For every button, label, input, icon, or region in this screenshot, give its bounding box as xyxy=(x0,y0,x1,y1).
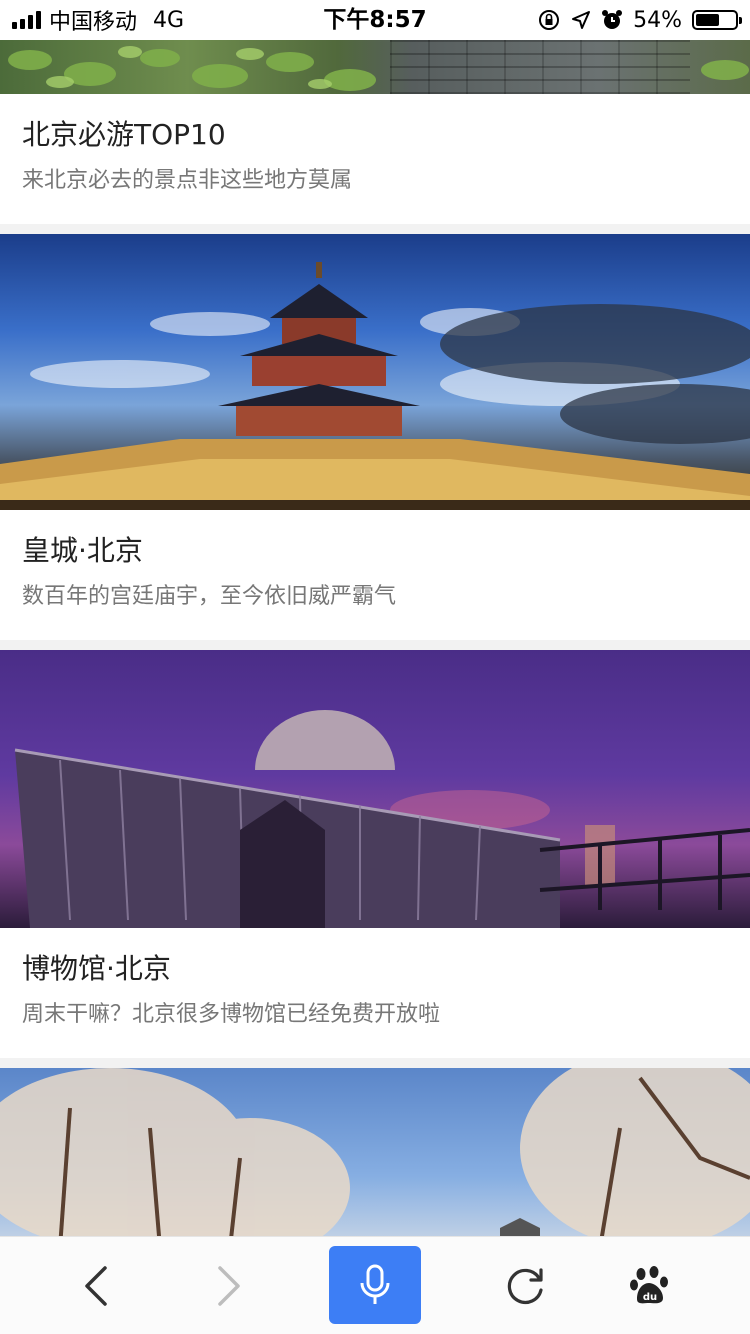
orientation-lock-icon xyxy=(539,10,560,30)
card-divider xyxy=(0,1058,750,1068)
card-image-temple-of-heaven[interactable] xyxy=(0,234,750,510)
card-image-snowy-trees[interactable] xyxy=(0,1068,750,1248)
forward-icon xyxy=(218,1265,240,1306)
signal-icon xyxy=(12,11,41,29)
card-title: 皇城·北京 xyxy=(22,534,143,567)
card-divider xyxy=(0,224,750,234)
location-icon xyxy=(572,11,591,29)
network-label: 4G xyxy=(153,7,185,33)
status-right: 54% xyxy=(537,0,742,40)
battery-percentage: 54% xyxy=(633,7,682,33)
card-divider xyxy=(0,640,750,650)
card-title: 博物馆·北京 xyxy=(22,952,171,985)
baidu-paw-icon: du xyxy=(630,1265,668,1303)
svg-text:du: du xyxy=(643,1292,657,1303)
card-top10[interactable]: 北京必游TOP10 来北京必去的景点非这些地方莫属 xyxy=(0,94,750,224)
refresh-button[interactable] xyxy=(488,1237,562,1334)
card-image-museum[interactable] xyxy=(0,650,750,928)
back-icon xyxy=(85,1265,107,1306)
voice-search-button[interactable] xyxy=(329,1246,421,1324)
feed[interactable]: 北京必游TOP10 来北京必去的景点非这些地方莫属 皇城·北京 数百年的宫廷庙宇… xyxy=(0,40,750,1248)
status-bar: 中国移动 4G 下午8:57 54% xyxy=(0,0,750,40)
card-subtitle: 来北京必去的景点非这些地方莫属 xyxy=(22,168,353,193)
card-subtitle: 周末干嘛？北京很多博物馆已经免费开放啦 xyxy=(22,1002,441,1027)
alarm-icon xyxy=(602,10,623,29)
carrier-label: 中国移动 xyxy=(49,10,138,35)
status-left: 中国移动 4G xyxy=(12,0,184,40)
battery-icon xyxy=(692,10,742,30)
baidu-home-button[interactable]: du xyxy=(614,1237,686,1334)
back-button[interactable] xyxy=(60,1237,132,1334)
microphone-icon xyxy=(360,1264,390,1304)
card-title: 北京必游TOP10 xyxy=(22,118,226,151)
card-subtitle: 数百年的宫廷庙宇，至今依旧威严霸气 xyxy=(22,584,397,609)
forward-button[interactable] xyxy=(193,1237,265,1334)
card-imperial-city[interactable]: 皇城·北京 数百年的宫廷庙宇，至今依旧威严霸气 xyxy=(0,510,750,640)
card-image-top-partial[interactable] xyxy=(0,40,750,94)
screen: 中国移动 4G 下午8:57 54% 北京必游TOP10 来北京必去的景点非这些… xyxy=(0,0,750,1334)
browser-toolbar: du xyxy=(0,1236,750,1334)
refresh-icon xyxy=(507,1267,543,1304)
card-museums[interactable]: 博物馆·北京 周末干嘛？北京很多博物馆已经免费开放啦 xyxy=(0,928,750,1058)
